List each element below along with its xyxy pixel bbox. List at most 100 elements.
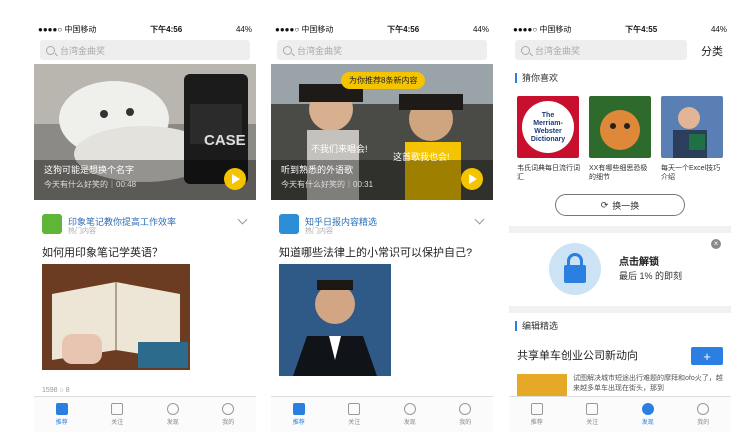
carrier-label: ●●●●○ 中国移动 — [513, 24, 572, 34]
tab-discover[interactable]: 发现 — [145, 397, 201, 432]
excel-cover[interactable] — [661, 96, 723, 158]
chevron-down-icon[interactable] — [237, 214, 248, 225]
feed-source-sub: 热门内容 — [68, 228, 96, 235]
feed-header[interactable]: 知乎日报内容精选 热门内容 — [279, 214, 485, 236]
evernote-logo-icon — [42, 214, 62, 234]
compass-icon — [403, 403, 416, 415]
tab-follow[interactable]: 关注 — [565, 397, 621, 432]
dictionary-cover[interactable]: The Merriam-Webster Dictionary — [517, 96, 579, 158]
search-placeholder: 台湾金曲奖 — [535, 45, 581, 56]
lock-icon — [549, 243, 601, 295]
add-button[interactable]: + — [691, 347, 723, 365]
divider — [509, 306, 731, 313]
feed-question[interactable]: 知道哪些法律上的小常识可以保护自己? — [279, 244, 472, 260]
unlock-card[interactable]: 点击解锁 最后 1% 的即刻 × — [509, 233, 731, 303]
tab-label: 推荐 — [55, 420, 68, 426]
engagement-counts: 1598 ○ 8 — [42, 387, 70, 394]
tab-me[interactable]: 我的 — [676, 397, 732, 432]
tab-bar: 推荐 关注 发现 我的 — [34, 396, 256, 432]
refresh-icon: ⟳ — [600, 199, 609, 210]
user-icon — [697, 403, 710, 415]
new-content-banner[interactable]: 为你推荐8条新内容 — [341, 72, 426, 89]
tab-recommend[interactable]: 推荐 — [509, 397, 565, 432]
video-title: 听到熟悉的外语歌 — [281, 165, 354, 175]
play-button[interactable] — [461, 168, 483, 190]
video-title: 这狗可能是想换个名字 — [44, 165, 135, 175]
cat-cover[interactable] — [589, 96, 651, 158]
topic-description: 试图解决城市短途出行难题的摩拜和ofo火了，越来越多单车出现在街头，那到 — [573, 375, 723, 392]
search-icon — [46, 45, 55, 55]
dictionary-cover-title: The Merriam-Webster Dictionary — [530, 112, 566, 143]
tab-discover[interactable]: 发现 — [620, 397, 676, 432]
user-icon — [459, 403, 472, 415]
home-icon — [55, 403, 68, 415]
tab-recommend[interactable]: 推荐 — [271, 397, 327, 432]
clock: 下午4:56 — [150, 24, 183, 34]
video-card[interactable]: CASE 这狗可能是想换个名字 今天有什么好笑的｜00:48 — [34, 64, 256, 200]
phone-screen-3: ●●●●○ 中国移动 下午4:55 44% 台湾金曲奖 分类 猜你喜欢 The … — [509, 20, 731, 432]
status-bar: ●●●●○ 中国移动 下午4:55 44% — [509, 20, 731, 38]
tab-label: 发现 — [403, 420, 416, 426]
battery-label: 44% — [710, 24, 727, 34]
section-title: 编辑精选 — [515, 319, 558, 332]
unlock-title: 点击解锁 — [619, 257, 659, 268]
tab-follow[interactable]: 关注 — [327, 397, 383, 432]
tab-label: 我的 — [459, 420, 472, 426]
item-caption: 每天一个Excel技巧介绍 — [661, 165, 721, 181]
battery-label: 44% — [235, 24, 252, 34]
tab-label: 推荐 — [530, 420, 543, 426]
tab-label: 发现 — [641, 420, 654, 426]
section-title: 猜你喜欢 — [515, 71, 558, 84]
compass-icon — [166, 403, 179, 415]
search-input[interactable]: 台湾金曲奖 — [277, 40, 487, 60]
speech-bubble: 这首歌我也会! — [393, 152, 450, 162]
user-icon — [222, 403, 235, 415]
clock: 下午4:56 — [387, 24, 420, 34]
search-icon — [521, 45, 530, 55]
category-button[interactable]: 分类 — [701, 43, 723, 59]
tab-label: 关注 — [348, 420, 361, 426]
topic-thumbnail — [517, 374, 567, 396]
search-input[interactable]: 台湾金曲奖 — [40, 40, 250, 60]
tab-discover[interactable]: 发现 — [382, 397, 438, 432]
battery-label: 44% — [472, 24, 489, 34]
checkbox-icon — [111, 403, 124, 415]
feed-header[interactable]: 印象笔记教你提高工作效率 热门内容 — [42, 214, 248, 236]
tab-label: 推荐 — [292, 420, 305, 426]
carrier-label: ●●●●○ 中国移动 — [38, 24, 97, 34]
book-photo — [42, 264, 190, 370]
divider — [509, 226, 731, 233]
tab-me[interactable]: 我的 — [438, 397, 494, 432]
tab-label: 我的 — [222, 420, 235, 426]
tab-recommend[interactable]: 推荐 — [34, 397, 90, 432]
zhihu-daily-logo-icon — [279, 214, 299, 234]
excel-image — [661, 96, 723, 158]
status-bar: ●●●●○ 中国移动 下午4:56 44% — [34, 20, 256, 38]
search-input[interactable]: 台湾金曲奖 — [515, 40, 687, 60]
tab-follow[interactable]: 关注 — [90, 397, 146, 432]
tab-label: 发现 — [166, 420, 179, 426]
feed-question[interactable]: 如何用印象笔记学英语？ — [42, 244, 163, 260]
tab-label: 我的 — [697, 420, 710, 426]
video-meta: 今天有什么好笑的｜00:31 — [281, 180, 374, 189]
checkbox-icon — [586, 403, 599, 415]
chevron-down-icon[interactable] — [474, 214, 485, 225]
refresh-button[interactable]: ⟳ 换一换 — [555, 194, 685, 216]
video-card[interactable]: 为你推荐8条新内容 不我们来唱会! 这首歌我也会! 听到熟悉的外语歌 今天有什么… — [271, 64, 493, 200]
clock: 下午4:55 — [625, 24, 658, 34]
home-icon — [292, 403, 305, 415]
video-brand-label: CASE — [204, 132, 246, 149]
topic-title[interactable]: 共享单车创业公司新动向 — [517, 347, 638, 363]
carrier-label: ●●●●○ 中国移动 — [275, 24, 334, 34]
speech-bubble: 不我们来唱会! — [311, 144, 368, 154]
status-bar: ●●●●○ 中国移动 下午4:56 44% — [271, 20, 493, 38]
tab-label: 关注 — [111, 420, 124, 426]
home-icon — [530, 403, 543, 415]
phone-screen-2: ●●●●○ 中国移动 下午4:56 44% 台湾金曲奖 为你推荐8条新内容 不我… — [271, 20, 493, 432]
search-placeholder: 台湾金曲奖 — [60, 45, 106, 56]
play-button[interactable] — [224, 168, 246, 190]
close-icon[interactable]: × — [711, 239, 721, 249]
phone-screen-1: ●●●●○ 中国移动 下午4:56 44% 台湾金曲奖 CASE 这狗可能是想换… — [34, 20, 256, 432]
item-caption: XX有哪些细思恐极的细节 — [589, 165, 648, 181]
tab-me[interactable]: 我的 — [201, 397, 257, 432]
